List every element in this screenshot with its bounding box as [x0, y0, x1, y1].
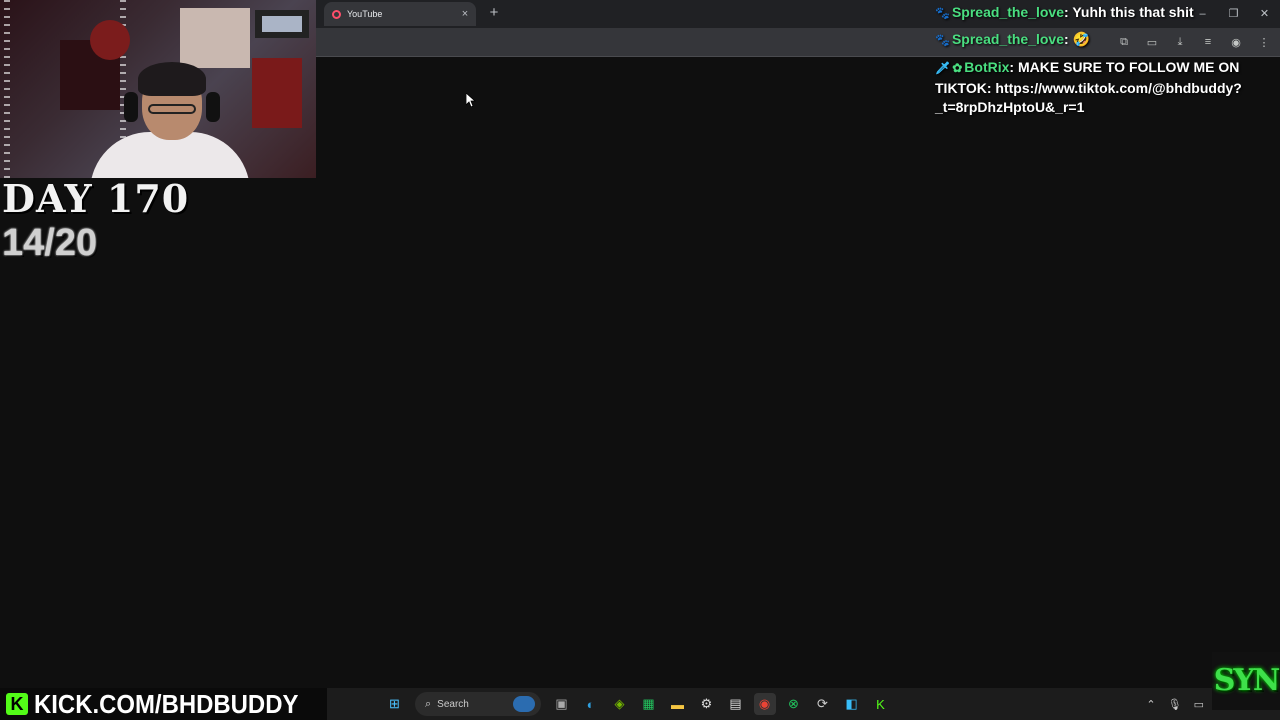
- red-frame: [252, 58, 302, 128]
- chat-emote: 🤣: [1072, 31, 1091, 47]
- chrome-icon[interactable]: ◉: [753, 693, 776, 715]
- xbox-icon[interactable]: ⊗: [783, 693, 805, 715]
- chat-message: 🐾 Spread_the_love: 🤣: [935, 31, 1091, 47]
- task-view-icon[interactable]: ▣: [551, 693, 573, 715]
- headphones-right: [206, 92, 220, 122]
- tab-youtube[interactable]: YouTube ×: [324, 2, 476, 26]
- chat-username: Spread_the_love: [951, 31, 1065, 47]
- system-tray: ⌃ 🎙 ▭: [1140, 688, 1210, 720]
- headphones-left: [124, 92, 138, 122]
- webcam-feed: [0, 0, 316, 178]
- search-highlight-icon: [513, 696, 535, 712]
- steam-icon[interactable]: ⚙: [696, 693, 718, 715]
- settings-icon[interactable]: ⟳: [812, 693, 834, 715]
- windows-start-icon[interactable]: ⊞: [384, 693, 406, 715]
- search-icon: ⌕: [425, 697, 432, 710]
- edge-icon[interactable]: ◐: [580, 693, 602, 715]
- person-hair: [138, 62, 206, 96]
- kick-banner: K KICK.COM/BHDBUDDY: [0, 688, 328, 720]
- kick-logo-icon: K: [6, 693, 28, 715]
- taskbar-search[interactable]: ⌕ Search: [415, 692, 541, 716]
- glasses: [148, 104, 196, 114]
- microphone-icon[interactable]: 🎙: [1168, 698, 1182, 711]
- app-2-icon[interactable]: ◧: [841, 693, 863, 715]
- day-counter-label: DAY 170: [2, 176, 190, 221]
- paw-badge-icon: 🐾: [935, 33, 950, 47]
- wall-poster: [180, 8, 250, 68]
- red-decor: [90, 20, 130, 60]
- kick-icon[interactable]: K: [870, 693, 892, 715]
- nvidia-icon[interactable]: ◈: [609, 693, 631, 715]
- tab-title: YouTube: [347, 9, 383, 19]
- youtube-favicon-icon: [332, 9, 341, 19]
- app-icon[interactable]: ▦: [638, 693, 660, 715]
- new-tab-button[interactable]: +: [486, 4, 502, 21]
- taskbar-icons: ⊞ ⌕ Search ▣ ◐ ◈ ▦ ▬ ⚙ ▤ ◉ ⊗ ⟳ ◧ K: [380, 688, 895, 720]
- chat-text: Yuhh this that shit: [1072, 4, 1194, 20]
- bot-badge-icon: ✿: [952, 61, 963, 75]
- file-explorer-icon[interactable]: ▬: [667, 693, 689, 715]
- mouse-cursor-icon: [465, 92, 477, 112]
- led-lights: [4, 0, 10, 178]
- menu-icon[interactable]: ⋮: [1252, 36, 1276, 49]
- chat-username: Spread_the_love: [951, 4, 1065, 20]
- store-icon[interactable]: ▤: [725, 693, 747, 715]
- chat-message: 🗡 ✿ BotRix: MAKE SURE TO FOLLOW ME ON TIKT…: [935, 59, 1242, 115]
- syn-logo: SYN: [1212, 652, 1280, 710]
- chat-username: BotRix: [964, 59, 1010, 75]
- display-icon[interactable]: ▭: [1194, 698, 1204, 711]
- sword-badge-icon: 🗡: [935, 61, 951, 75]
- monitor-screen: [262, 16, 302, 32]
- tab-close-button[interactable]: ×: [458, 8, 472, 20]
- tray-chevron-icon[interactable]: ⌃: [1146, 698, 1155, 711]
- search-label: Search: [437, 698, 469, 710]
- kick-url: KICK.COM/BHDBUDDY: [34, 688, 299, 719]
- chat-message: 🐾 Spread_the_love: Yuhh this that shit: [935, 4, 1194, 20]
- paw-badge-icon: 🐾: [935, 6, 950, 20]
- progress-counter: 14/20: [2, 222, 98, 264]
